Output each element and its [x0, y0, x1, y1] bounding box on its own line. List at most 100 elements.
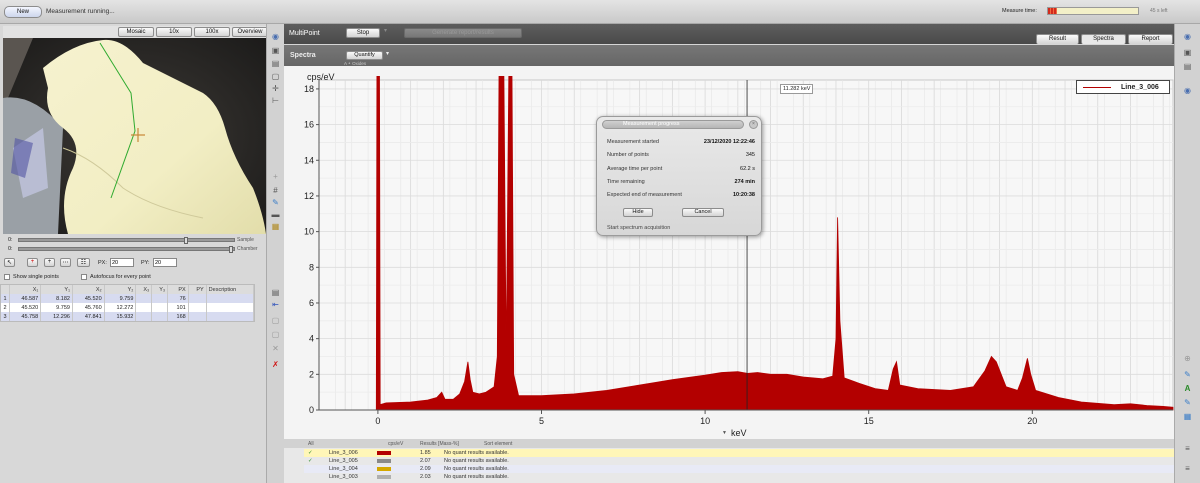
camera-icon[interactable]: ◉ [271, 32, 280, 41]
col-header[interactable]: Y₂ [104, 285, 137, 294]
tool-icon[interactable]: ✎ [1183, 398, 1192, 407]
cancel-button[interactable]: Cancel [682, 208, 724, 217]
add-row-icon[interactable]: ⇤ [271, 300, 280, 309]
list-icon[interactable]: ≡ [1183, 444, 1192, 453]
col-header[interactable]: Description [206, 285, 255, 294]
point-tool-icon[interactable]: + [27, 258, 38, 267]
color-icon[interactable]: ▬ [271, 210, 280, 219]
list-item[interactable]: Line_3_004 2.09 No quant results availab… [304, 465, 1174, 473]
chamber-slider-handle[interactable] [229, 246, 233, 253]
settings-icon[interactable]: ◉ [1183, 32, 1192, 41]
list-item[interactable]: ✓ Line_3_005 2.07 No quant results avail… [304, 457, 1174, 465]
sample-image-graphic [3, 38, 266, 234]
header-results[interactable]: Results [Mass-%] [420, 441, 459, 447]
spectrum-color-swatch[interactable] [377, 459, 391, 463]
table-header-row: X₁ Y₁ X₂ Y₂ X₃ Y₃ PX PY Description [1, 285, 255, 294]
header-all[interactable]: All [308, 441, 314, 447]
tab-100x[interactable]: 100x [194, 27, 230, 37]
table-cell: 9.759 [40, 303, 73, 312]
table-row[interactable]: 2 45.520 9.759 45.760 12.272 101 [1, 303, 255, 312]
tab-overview[interactable]: Overview [232, 27, 268, 37]
dialog-close-icon[interactable]: × [749, 120, 758, 129]
tab-mosaic[interactable]: Mosaic [118, 27, 154, 37]
generate-report-button[interactable]: Generate report/results [404, 28, 522, 38]
grid-tool-icon[interactable]: ☷ [77, 258, 90, 267]
line-tool-icon[interactable]: ⋯ [60, 258, 71, 267]
layers-icon[interactable]: ▤ [271, 59, 280, 68]
list-detail-icon[interactable]: ≡ [1183, 464, 1192, 473]
label-icon[interactable]: A [1183, 384, 1192, 393]
move-icon[interactable]: ✛ [271, 84, 280, 93]
crosshair-icon[interactable]: + [271, 172, 280, 181]
table-cell [206, 303, 255, 312]
export-chart-icon[interactable]: ▦ [1183, 412, 1192, 421]
quantify-dropdown-icon[interactable]: ▾ [386, 50, 389, 57]
dropdown-arrow-icon[interactable]: ▾ [384, 27, 387, 34]
col-header[interactable]: Y₃ [151, 285, 169, 294]
cursor-readout: 11.282 keV [780, 84, 814, 94]
spectrum-cps: 2.03 [420, 474, 431, 480]
autofocus-checkbox[interactable] [81, 274, 87, 280]
add-point-icon[interactable]: + [44, 258, 55, 267]
tab-result[interactable]: Result [1036, 34, 1079, 44]
x-axis-arrow-icon: ▼ [722, 430, 727, 436]
tab-10x[interactable]: 10x [156, 27, 192, 37]
header-sort[interactable]: Sort element [484, 441, 512, 447]
stop-button[interactable]: Stop [346, 28, 380, 38]
select-tool-icon[interactable]: ↖ [4, 258, 15, 267]
col-header[interactable]: Y₁ [40, 285, 73, 294]
new-button[interactable]: New [4, 6, 42, 18]
quantify-button[interactable]: Quantify [346, 51, 383, 60]
frame-icon[interactable]: ▢ [271, 72, 280, 81]
table-cell: 76 [167, 294, 189, 303]
delete-icon[interactable]: ✕ [271, 344, 280, 353]
list-item[interactable]: Line_3_003 2.03 No quant results availab… [304, 473, 1174, 481]
header-cps[interactable]: cps/eV [388, 441, 403, 447]
chamber-slider[interactable] [18, 246, 235, 253]
table-row[interactable]: 3 45.758 12.296 47.841 15.932 168 [1, 312, 255, 321]
table-cell: 168 [167, 312, 189, 321]
spectrum-color-swatch[interactable] [377, 451, 391, 455]
spectrum-color-swatch[interactable] [377, 475, 391, 479]
sample-slider-handle[interactable] [184, 237, 188, 244]
y-tick-label: 0 [309, 405, 314, 415]
sample-slider[interactable] [18, 237, 235, 244]
paste-icon[interactable]: ▢ [271, 330, 280, 339]
hide-button[interactable]: Hide [623, 208, 653, 217]
tab-spectra[interactable]: Spectra [1081, 34, 1126, 44]
sample-camera-image[interactable] [3, 38, 266, 234]
measurement-status: Measurement running... [46, 8, 115, 15]
table-icon[interactable]: ▤ [271, 288, 280, 297]
show-single-points-checkbox[interactable] [4, 274, 10, 280]
px-input[interactable] [110, 258, 134, 267]
zoom-icon[interactable]: ⊕ [1183, 354, 1192, 363]
points-table: X₁ Y₁ X₂ Y₂ X₃ Y₃ PX PY Description 1 46.… [1, 285, 255, 321]
col-header[interactable]: PX [167, 285, 189, 294]
col-header[interactable]: PY [188, 285, 207, 294]
pen-icon[interactable]: ✎ [271, 198, 280, 207]
spectrum-color-swatch[interactable] [377, 467, 391, 471]
col-header[interactable]: X₃ [135, 285, 153, 294]
export-icon[interactable]: ▦ [271, 222, 280, 231]
delete-all-icon[interactable]: ✗ [271, 360, 280, 369]
marker-icon[interactable]: ✎ [1183, 370, 1192, 379]
image-icon[interactable]: ▣ [271, 46, 280, 55]
row-check-icon[interactable]: ✓ [308, 458, 313, 464]
list-item[interactable]: ✓ Line_3_006 1.85 No quant results avail… [304, 449, 1174, 457]
chart-legend[interactable]: Line_3_006 [1076, 80, 1170, 94]
grid-icon[interactable]: # [271, 186, 280, 195]
periodic-table-icon[interactable]: ◉ [1183, 86, 1192, 95]
copy-icon[interactable]: ▢ [271, 316, 280, 325]
x-tick-label: 10 [700, 416, 710, 426]
save-icon[interactable]: ▤ [1183, 62, 1192, 71]
py-input[interactable] [153, 258, 177, 267]
measure-icon[interactable]: ⊢ [271, 96, 280, 105]
table-cell: 45.758 [9, 312, 42, 321]
row-check-icon[interactable]: ✓ [308, 450, 313, 456]
table-row[interactable]: 1 46.587 8.182 45.520 9.759 76 [1, 294, 255, 303]
open-icon[interactable]: ▣ [1183, 48, 1192, 57]
col-header[interactable]: X₁ [9, 285, 42, 294]
col-header[interactable]: X₂ [72, 285, 105, 294]
table-cell: 45.520 [9, 303, 42, 312]
tab-report[interactable]: Report [1128, 34, 1173, 44]
